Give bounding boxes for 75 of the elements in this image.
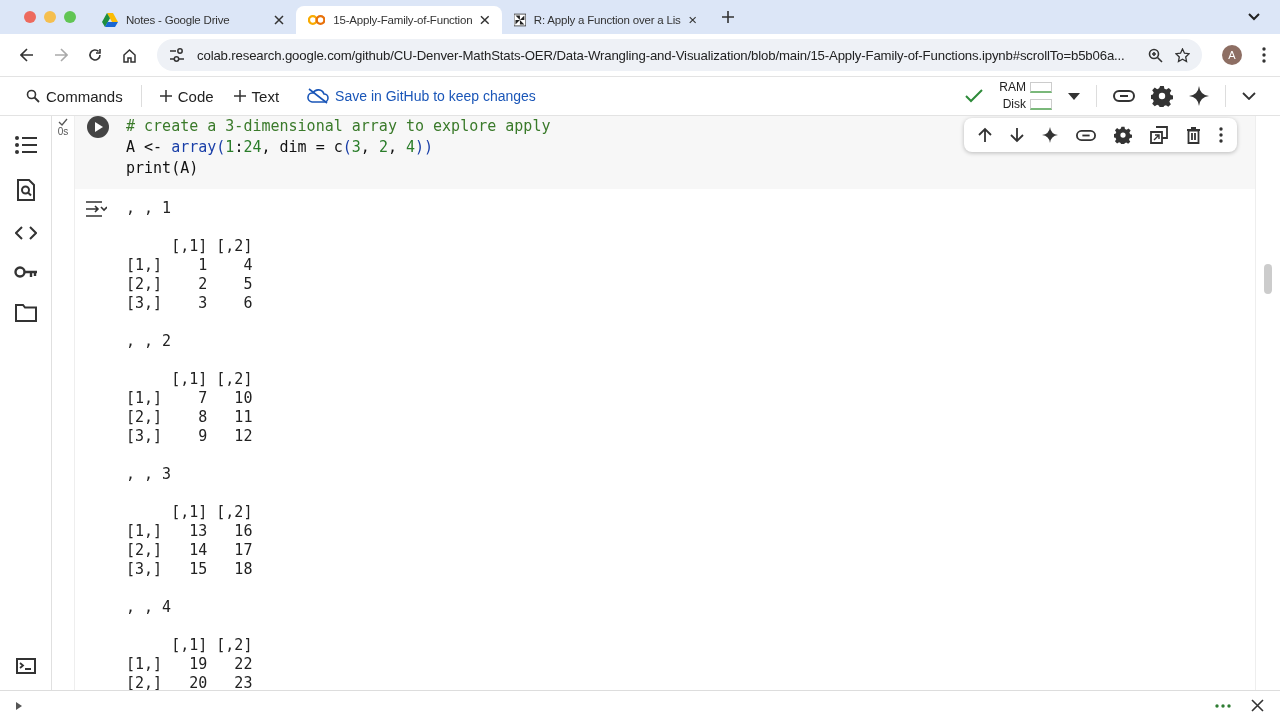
arrow-down-icon[interactable] [1010, 127, 1024, 143]
site-settings-icon[interactable] [169, 48, 185, 62]
chevron-down-icon[interactable] [1248, 13, 1260, 21]
output-line: [2,] 20 23 [126, 674, 253, 690]
cloud-off-icon [307, 88, 330, 104]
resources-button[interactable]: RAM Disk [999, 79, 1052, 113]
output-line: [,1] [,2] [170, 370, 253, 389]
sparkle-icon[interactable] [1189, 86, 1209, 106]
colab-icon [308, 14, 326, 26]
output-line: [2,] 14 17 [126, 541, 253, 560]
output-line: [2,] 8 11 [126, 408, 253, 427]
code-line: print(A) [126, 158, 200, 179]
code-line: # create a 3-dimensional array to explore apply [126, 116, 551, 137]
table-of-contents-icon[interactable] [14, 136, 37, 154]
folder-icon[interactable] [14, 304, 37, 322]
code-icon[interactable] [14, 226, 37, 240]
output-line: [2,] 2 5 [126, 275, 253, 294]
plus-icon [159, 90, 172, 102]
output-line: [,1] [,2] [170, 503, 253, 522]
more-icon[interactable] [1219, 127, 1223, 143]
output-line: [1,] 13 16 [126, 522, 253, 541]
code-line: A <- array(1:24, dim = c(3, 2, 4)) [126, 137, 435, 158]
new-tab-icon[interactable] [722, 11, 734, 23]
save-github-button[interactable]: Save in GitHub to keep changes [305, 86, 538, 106]
link-icon[interactable] [1076, 129, 1096, 141]
reload-icon[interactable] [88, 48, 102, 62]
drive-icon [102, 13, 118, 27]
more-icon[interactable] [1262, 47, 1266, 63]
browser-tab[interactable]: R: Apply a Function over a Lis [502, 6, 708, 34]
browser-tab[interactable]: 15-Apply-Family-of-Function [296, 6, 502, 34]
sparkle-icon[interactable] [1042, 127, 1058, 143]
add-text-button[interactable]: Text [231, 85, 282, 107]
delete-icon[interactable] [1186, 126, 1201, 144]
plus-icon [233, 90, 246, 102]
arrow-up-icon[interactable] [978, 127, 992, 143]
output-toggle-icon[interactable] [85, 201, 107, 217]
home-icon[interactable] [122, 47, 137, 63]
output-line: , , 2 [126, 332, 173, 351]
close-icon[interactable] [274, 15, 284, 25]
output-line: [1,] 7 10 [126, 389, 253, 408]
key-icon[interactable] [13, 265, 38, 279]
terminal-icon[interactable] [15, 658, 36, 674]
output-line: , , 1 [126, 199, 173, 218]
settings-icon[interactable] [1151, 85, 1173, 107]
output-line: , , 3 [126, 465, 173, 484]
open-in-tab-icon[interactable] [1150, 126, 1168, 144]
chevron-down-icon[interactable] [1242, 92, 1256, 100]
output-line: [,1] [,2] [170, 636, 253, 655]
output-line: [3,] 15 18 [126, 560, 253, 579]
output-line: [3,] 3 6 [126, 294, 253, 313]
scrollbar-thumb[interactable] [1264, 264, 1272, 294]
expand-icon[interactable] [16, 701, 22, 710]
zoom-icon[interactable] [1148, 47, 1163, 63]
execution-time: 0s [57, 126, 69, 137]
back-icon[interactable] [20, 48, 34, 62]
close-icon[interactable] [1251, 699, 1264, 712]
output-line: , , 4 [126, 598, 173, 617]
profile-avatar[interactable]: A [1222, 45, 1242, 65]
settings-icon[interactable] [1114, 126, 1132, 144]
output-line: [,1] [,2] [170, 237, 253, 256]
browser-tab[interactable]: Notes - Google Drive [90, 6, 296, 34]
commands-button[interactable]: Commands [24, 85, 125, 107]
star-icon[interactable] [1175, 47, 1190, 63]
close-icon[interactable] [688, 15, 696, 25]
dropdown-icon[interactable] [1068, 92, 1080, 100]
run-button[interactable] [87, 116, 109, 138]
search-icon [26, 89, 40, 103]
output-line: [1,] 19 22 [126, 655, 253, 674]
link-icon[interactable] [1113, 90, 1135, 102]
find-icon[interactable] [16, 179, 35, 201]
output-line: [3,] 9 12 [126, 427, 253, 446]
close-icon[interactable] [480, 15, 490, 25]
pinwheel-icon [514, 12, 526, 28]
output-line: [1,] 1 4 [126, 256, 253, 275]
add-code-button[interactable]: Code [157, 85, 216, 107]
